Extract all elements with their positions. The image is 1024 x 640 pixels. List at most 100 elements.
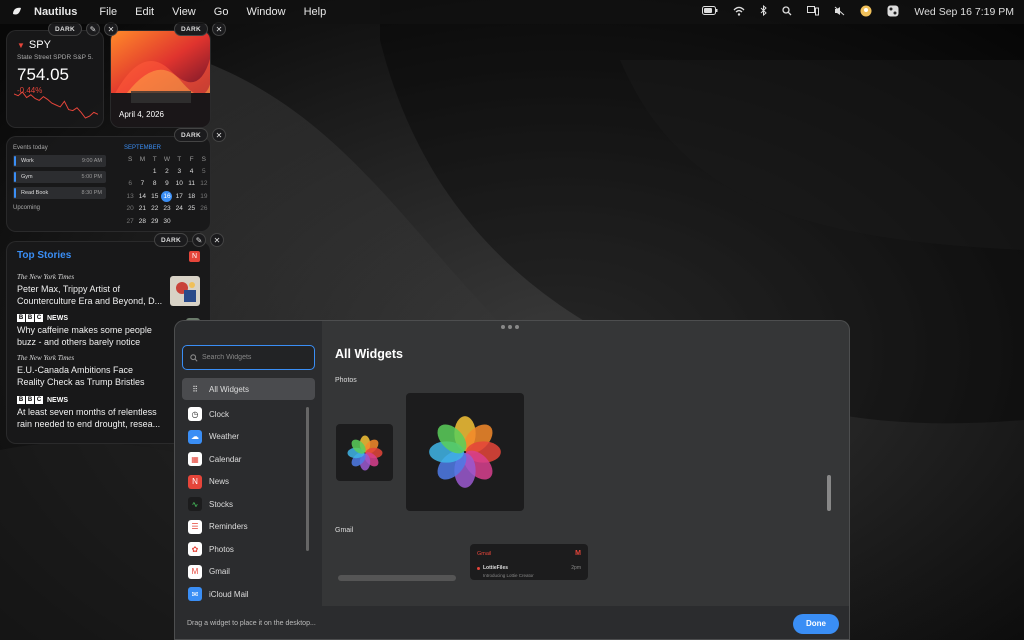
- photos-widget-small-preview[interactable]: [336, 424, 393, 481]
- calendar-day[interactable]: 30: [161, 218, 173, 225]
- theme-toggle-button[interactable]: DARK: [174, 128, 208, 142]
- calendar-day[interactable]: 20: [124, 205, 136, 212]
- sidebar-item-icloud-mail[interactable]: ✉ iCloud Mail: [182, 583, 315, 605]
- user-avatar-icon[interactable]: [860, 5, 872, 20]
- theme-toggle-button[interactable]: DARK: [174, 22, 208, 36]
- sidebar-item-label: Photos: [209, 544, 234, 554]
- calendar-day[interactable]: 28: [136, 218, 148, 225]
- search-icon[interactable]: [782, 5, 792, 19]
- calendar-day[interactable]: 6: [124, 180, 136, 187]
- calendar-day[interactable]: 10: [173, 180, 185, 187]
- calendar-day[interactable]: 4: [185, 168, 197, 175]
- calendar-day[interactable]: 26: [198, 205, 210, 212]
- event-item[interactable]: Work 9:00 AM: [13, 155, 106, 167]
- system-logo-icon[interactable]: [0, 6, 34, 18]
- gmail-preview-title: Gmail: [477, 550, 492, 557]
- app-name-menu[interactable]: Nautilus: [34, 6, 77, 18]
- calendar-day[interactable]: 2: [161, 168, 173, 175]
- theme-toggle-button[interactable]: DARK: [48, 22, 82, 36]
- menu-help[interactable]: Help: [304, 6, 327, 18]
- calendar-day[interactable]: 25: [185, 205, 197, 212]
- calendar-widget[interactable]: Events today Work 9:00 AM Gym 5:00 PM Re…: [6, 136, 211, 232]
- calendar-day[interactable]: 3: [173, 168, 185, 175]
- calendar-day[interactable]: 13: [124, 193, 136, 200]
- source-nyt-logo: The New York Times: [17, 354, 75, 362]
- photo-widget[interactable]: April 4, 2026: [110, 30, 211, 128]
- calendar-day[interactable]: 8: [149, 180, 161, 187]
- menu-file[interactable]: File: [99, 6, 117, 18]
- theme-toggle-button[interactable]: DARK: [154, 233, 188, 247]
- news-story[interactable]: BBC NEWS At least seven months of relent…: [17, 396, 169, 430]
- sidebar-item-calendar[interactable]: ▦ Calendar: [182, 448, 315, 470]
- sidebar-item-label: Calendar: [209, 454, 242, 464]
- wifi-icon[interactable]: [733, 6, 745, 19]
- menu-window[interactable]: Window: [246, 6, 285, 18]
- calendar-day-today[interactable]: 16: [161, 190, 173, 202]
- done-button[interactable]: Done: [793, 613, 839, 634]
- edit-icon[interactable]: ✎: [191, 233, 206, 247]
- calendar-day[interactable]: 21: [136, 205, 148, 212]
- photos-flower-icon: [429, 416, 501, 488]
- calendar-day[interactable]: 27: [124, 218, 136, 225]
- sidebar-item-all-widgets[interactable]: ⠿ All Widgets: [182, 378, 315, 400]
- weekday-header: F: [189, 155, 194, 163]
- calendar-widget-controls: DARK ✕: [174, 128, 226, 142]
- weekday-header: S: [127, 155, 133, 163]
- event-item[interactable]: Gym 5:00 PM: [13, 171, 106, 183]
- content-scrollbar[interactable]: [827, 475, 831, 511]
- mute-icon[interactable]: [834, 6, 845, 19]
- menu-view[interactable]: View: [172, 6, 196, 18]
- sidebar-item-news[interactable]: N News: [182, 471, 315, 493]
- drag-hint: Drag a widget to place it on the desktop…: [187, 620, 316, 627]
- edit-icon[interactable]: ✎: [85, 22, 100, 36]
- search-box[interactable]: [182, 345, 315, 370]
- calendar-day[interactable]: 29: [149, 218, 161, 225]
- battery-icon[interactable]: [702, 6, 718, 18]
- gallery-bottom-bar: Drag a widget to place it on the desktop…: [175, 606, 849, 639]
- sidebar-item-clock[interactable]: ◷ Clock: [182, 403, 315, 425]
- gmail-widget-medium-preview[interactable]: Gmail M LottieFiles 2pm Introducing Lott…: [470, 544, 588, 580]
- weekday-header-row: SMTWTFS: [124, 153, 210, 165]
- widget-gallery-sheet: ⠿ All Widgets ◷ Clock ☁ Weather ▦ Calendar N News…: [174, 320, 850, 640]
- news-story[interactable]: BBC NEWS Why caffeine makes some people …: [17, 314, 169, 348]
- week-row: 12345: [124, 165, 210, 177]
- calendar-day[interactable]: 1: [149, 168, 161, 175]
- news-story[interactable]: The New York Times E.U.-Canada Ambitions…: [17, 354, 169, 388]
- calendar-day[interactable]: 17: [173, 193, 185, 200]
- news-story[interactable]: The New York Times Peter Max, Trippy Art…: [17, 273, 169, 307]
- calendar-day[interactable]: 5: [198, 168, 210, 175]
- control-center-icon[interactable]: [887, 5, 899, 20]
- calendar-day[interactable]: 7: [136, 180, 148, 187]
- close-icon[interactable]: ✕: [103, 22, 118, 36]
- calendar-day[interactable]: 11: [185, 180, 197, 187]
- display-icon[interactable]: [807, 5, 820, 19]
- search-widgets-input[interactable]: [202, 354, 312, 361]
- menu-go[interactable]: Go: [214, 6, 229, 18]
- sidebar-item-label: iCloud Mail: [209, 589, 249, 599]
- bluetooth-icon[interactable]: [760, 4, 768, 19]
- stocks-widget-controls: DARK ✎ ✕: [48, 22, 118, 36]
- sidebar-scrollbar[interactable]: [306, 407, 309, 551]
- menubar-clock[interactable]: Wed Sep 16 7:19 PM: [914, 6, 1014, 18]
- calendar-day[interactable]: 9: [161, 180, 173, 187]
- photos-widget-medium-preview[interactable]: [406, 393, 524, 511]
- sidebar-item-reminders[interactable]: ☰ Reminders: [182, 516, 315, 538]
- calendar-day[interactable]: 23: [161, 205, 173, 212]
- calendar-day[interactable]: 18: [185, 193, 197, 200]
- calendar-day[interactable]: 24: [173, 205, 185, 212]
- calendar-day[interactable]: 15: [149, 193, 161, 200]
- sidebar-item-gmail[interactable]: M Gmail: [182, 561, 315, 583]
- gmail-widget-small-preview[interactable]: [338, 575, 456, 581]
- event-item[interactable]: Read Book 8:30 PM: [13, 187, 106, 199]
- menu-edit[interactable]: Edit: [135, 6, 154, 18]
- calendar-day[interactable]: 12: [198, 180, 210, 187]
- sidebar-item-stocks[interactable]: ∿ Stocks: [182, 493, 315, 515]
- close-icon[interactable]: ✕: [211, 22, 226, 36]
- sidebar-item-photos[interactable]: ✿ Photos: [182, 538, 315, 560]
- calendar-day[interactable]: 22: [149, 205, 161, 212]
- calendar-day[interactable]: 19: [198, 193, 210, 200]
- sidebar-item-weather[interactable]: ☁ Weather: [182, 426, 315, 448]
- calendar-day[interactable]: 14: [136, 193, 148, 200]
- close-icon[interactable]: ✕: [209, 233, 224, 247]
- close-icon[interactable]: ✕: [211, 128, 226, 142]
